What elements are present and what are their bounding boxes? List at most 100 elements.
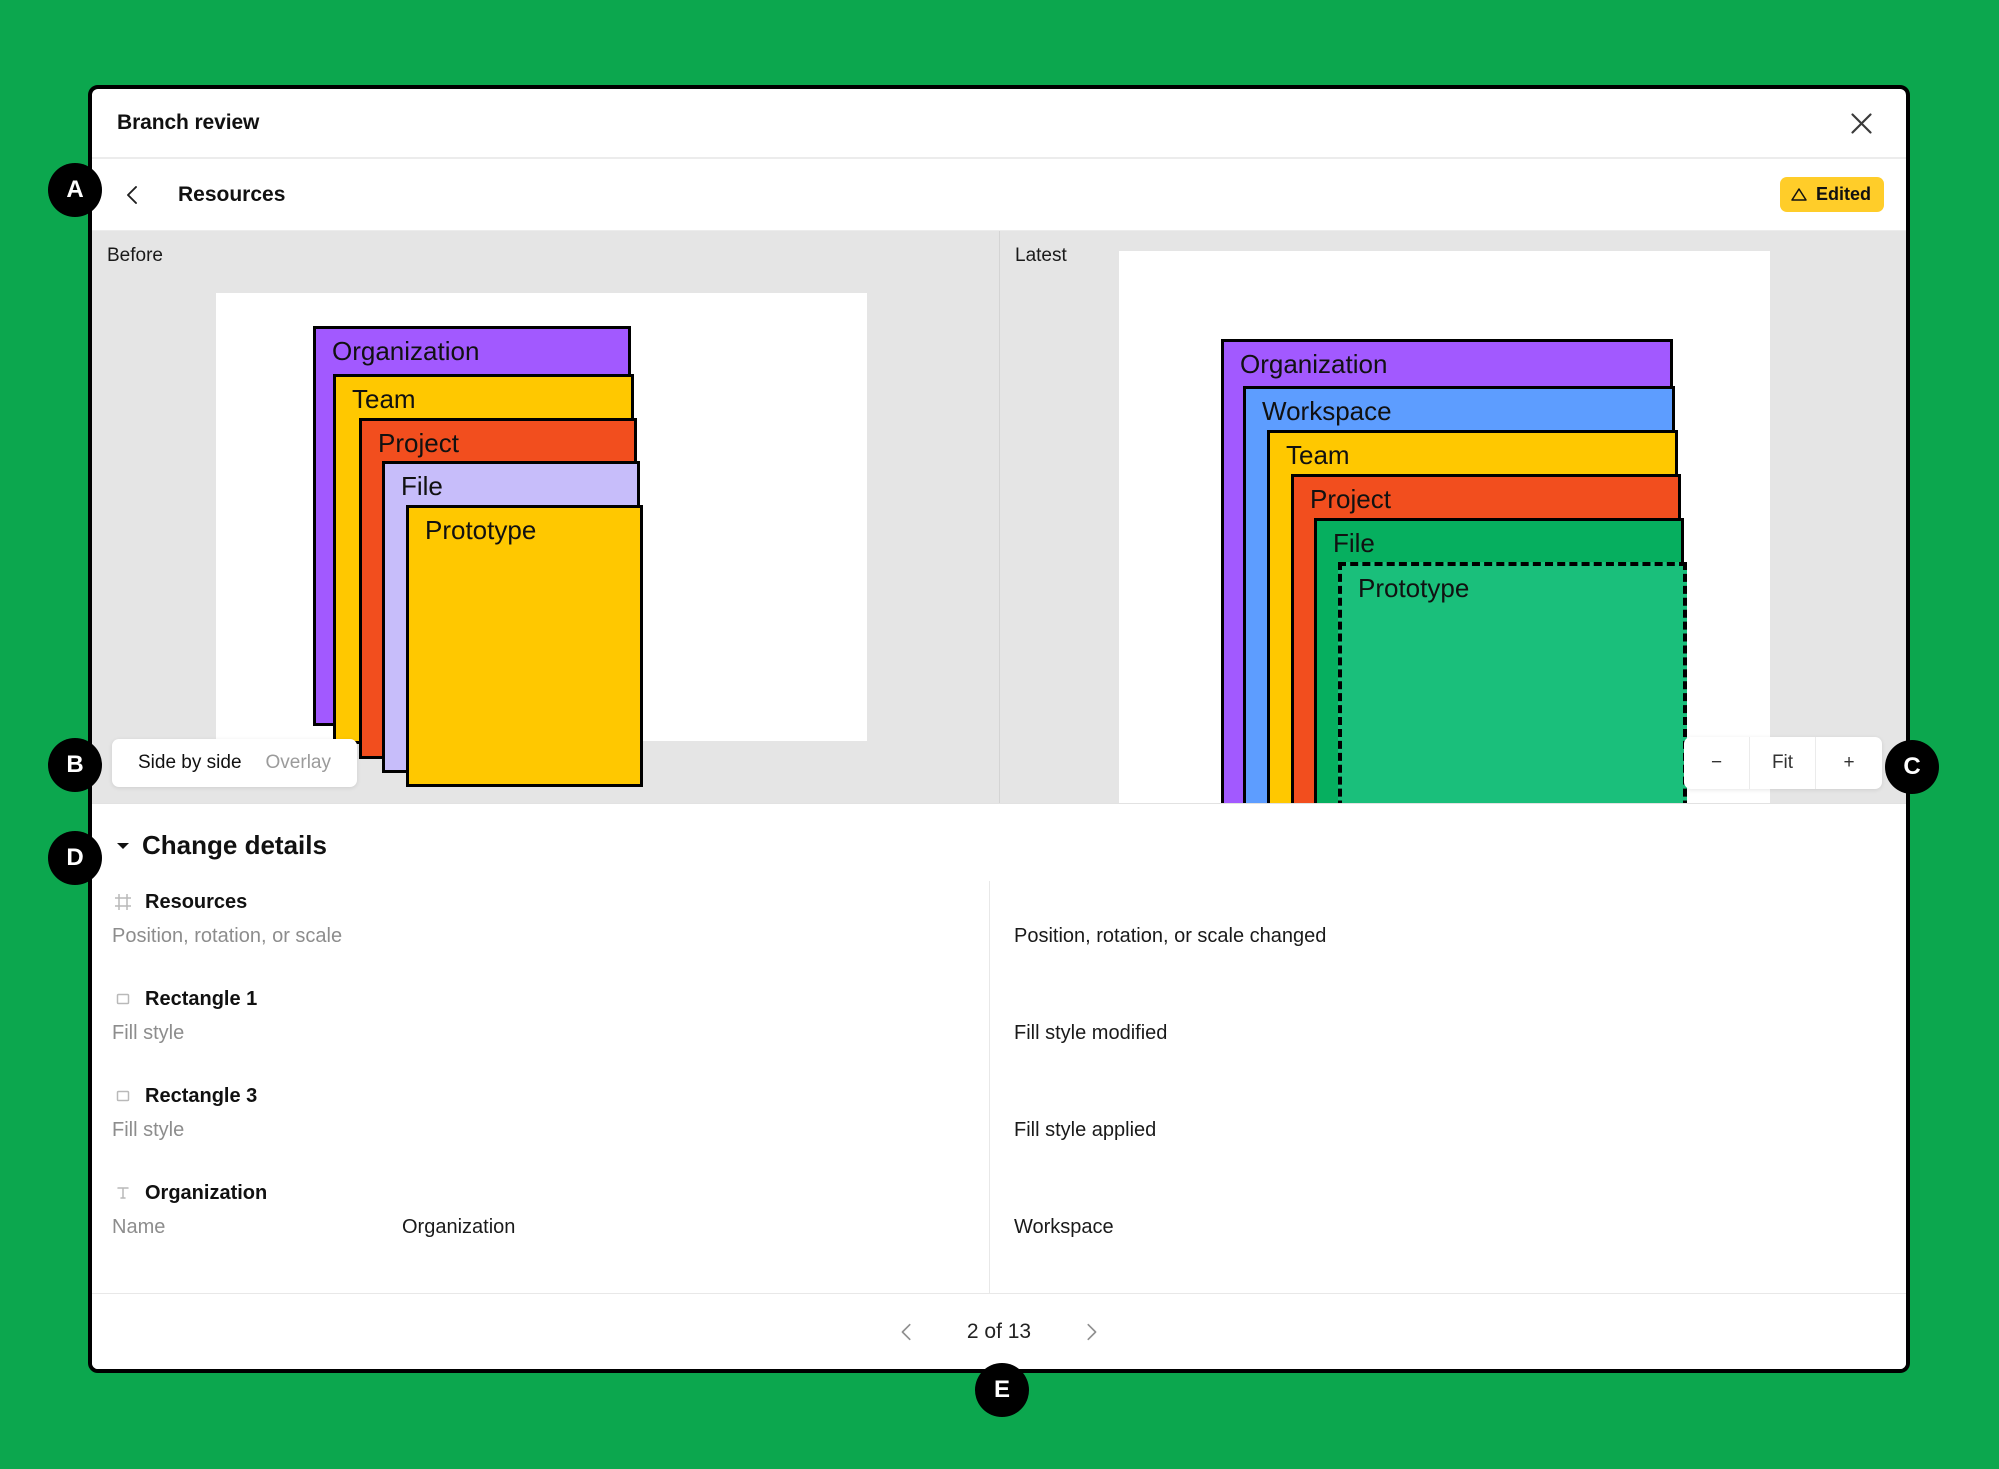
before-box-team: Team Project File Prototype (333, 374, 643, 787)
row-property: Name (112, 1216, 166, 1238)
row-after-value: Workspace (1014, 1216, 1114, 1238)
pagination-footer: 2 of 13 (92, 1293, 1906, 1369)
table-row[interactable]: Resources Position, rotation, or scale P… (92, 887, 1906, 948)
latest-box-file-label: File (1333, 528, 1375, 558)
latest-box-team: Team Project File Prototype (1267, 430, 1687, 803)
latest-box-organization: Organization Workspace Team Project File (1221, 339, 1687, 803)
page-indicator: 2 of 13 (966, 1319, 1032, 1343)
pane-before: Before Organization Team Project File Pr… (92, 231, 999, 803)
zoom-controls: − Fit + (1684, 737, 1882, 789)
latest-canvas[interactable]: Organization Workspace Team Project File (1119, 251, 1770, 803)
row-after-value: Fill style applied (1014, 1119, 1157, 1141)
annotation-letter: B (66, 751, 84, 778)
status-badge-label: Edited (1815, 184, 1871, 204)
pane-latest-label: Latest (1015, 245, 1067, 266)
view-mode-overlay[interactable]: Overlay (254, 748, 343, 778)
row-before-column: Resources Position, rotation, or scale (112, 887, 989, 948)
annotation-letter: C (1903, 753, 1921, 780)
frame-icon (112, 893, 134, 911)
row-name: Resources (145, 890, 248, 913)
close-icon (1850, 112, 1872, 134)
latest-box-project-label: Project (1310, 484, 1391, 514)
close-button[interactable] (1838, 100, 1884, 146)
latest-box-organization-label: Organization (1240, 349, 1388, 379)
row-name: Rectangle 1 (145, 987, 258, 1010)
row-property: Fill style (112, 1022, 185, 1044)
text-icon (112, 1185, 134, 1201)
latest-box-file: File Prototype (1314, 518, 1687, 803)
page-title: Resources (178, 182, 286, 206)
row-after-value: Position, rotation, or scale changed (1014, 925, 1327, 947)
zoom-out-button[interactable]: − (1684, 737, 1750, 789)
row-property-line: Fill style (112, 1119, 969, 1142)
row-after-column: Workspace (989, 1178, 1906, 1239)
row-after-value: Fill style modified (1014, 1022, 1168, 1044)
table-row[interactable]: Organization Name Organization Workspace (92, 1178, 1906, 1239)
row-property: Fill style (112, 1119, 185, 1141)
latest-box-workspace: Workspace Team Project File Prototype (1243, 386, 1687, 803)
row-name: Organization (145, 1181, 268, 1204)
view-mode-toggle: Side by side Overlay (112, 739, 357, 787)
next-page-button[interactable] (1071, 1312, 1111, 1352)
before-box-file-label: File (401, 471, 443, 501)
rectangle-icon (112, 1088, 134, 1104)
modal-titlebar: Branch review (92, 89, 1906, 159)
row-after-column: Position, rotation, or scale changed (989, 887, 1906, 948)
before-box-project: Project File Prototype (359, 418, 643, 787)
resource-subheader: Resources Edited (92, 159, 1906, 231)
branch-review-modal: Branch review Resources Edited Before Or… (88, 85, 1910, 1373)
annotation-badge-d: D (48, 831, 102, 885)
change-details-title: Change details (142, 830, 327, 860)
warning-triangle-icon (1791, 188, 1807, 201)
latest-box-prototype-label: Prototype (1358, 573, 1470, 603)
before-box-organization-label: Organization (332, 336, 480, 366)
before-box-prototype-label: Prototype (425, 515, 537, 545)
before-canvas[interactable]: Organization Team Project File Prototype (216, 293, 867, 787)
row-after-column: Fill style applied (989, 1081, 1906, 1142)
screen-root: Branch review Resources Edited Before Or… (0, 0, 1999, 1469)
before-box-team-label: Team (352, 384, 416, 414)
row-property-line: Name Organization (112, 1216, 969, 1239)
row-title: Rectangle 3 (112, 1081, 969, 1111)
change-details-header[interactable]: Change details (92, 804, 1906, 881)
latest-box-prototype: Prototype (1338, 562, 1687, 803)
chevron-left-icon (127, 185, 137, 204)
pane-before-label: Before (107, 245, 163, 266)
latest-box-workspace-label: Workspace (1262, 396, 1392, 426)
latest-box-team-label: Team (1286, 440, 1350, 470)
previous-page-button[interactable] (887, 1312, 927, 1352)
status-badge[interactable]: Edited (1779, 177, 1884, 212)
row-before-column: Rectangle 1 Fill style (112, 984, 989, 1045)
row-title: Organization (112, 1178, 969, 1208)
change-details-section: Change details Resources Position, rotat… (92, 803, 1906, 1369)
row-property-line: Position, rotation, or scale (112, 925, 969, 948)
annotation-badge-b: B (48, 738, 102, 792)
row-title: Rectangle 1 (112, 984, 969, 1014)
annotation-letter: E (993, 1376, 1010, 1403)
back-button[interactable] (112, 174, 154, 216)
row-name: Rectangle 3 (145, 1084, 258, 1107)
rectangle-icon (112, 991, 134, 1007)
modal-title: Branch review (117, 111, 260, 134)
row-before-column: Organization Name Organization (112, 1178, 989, 1239)
annotation-badge-e: E (975, 1363, 1029, 1417)
view-mode-side-by-side[interactable]: Side by side (126, 748, 254, 778)
row-property-line: Fill style (112, 1022, 969, 1045)
caret-down-icon (112, 841, 134, 851)
latest-box-project: Project File Prototype (1291, 474, 1687, 803)
annotation-letter: D (66, 844, 84, 871)
row-property: Position, rotation, or scale (112, 925, 343, 947)
before-box-prototype: Prototype (406, 505, 643, 787)
row-after-column: Fill style modified (989, 984, 1906, 1045)
zoom-fit-button[interactable]: Fit (1750, 737, 1816, 789)
zoom-in-button[interactable]: + (1816, 737, 1882, 789)
before-box-project-label: Project (378, 428, 459, 458)
row-title: Resources (112, 887, 969, 917)
table-row[interactable]: Rectangle 1 Fill style Fill style modifi… (92, 984, 1906, 1045)
compare-panes: Before Organization Team Project File Pr… (92, 231, 1906, 803)
change-details-rows: Resources Position, rotation, or scale P… (92, 881, 1906, 1293)
table-row[interactable]: Rectangle 3 Fill style Fill style applie… (92, 1081, 1906, 1142)
before-box-organization: Organization Team Project File Prototype (313, 326, 643, 787)
before-box-file: File Prototype (382, 461, 643, 787)
row-before-column: Rectangle 3 Fill style (112, 1081, 989, 1142)
